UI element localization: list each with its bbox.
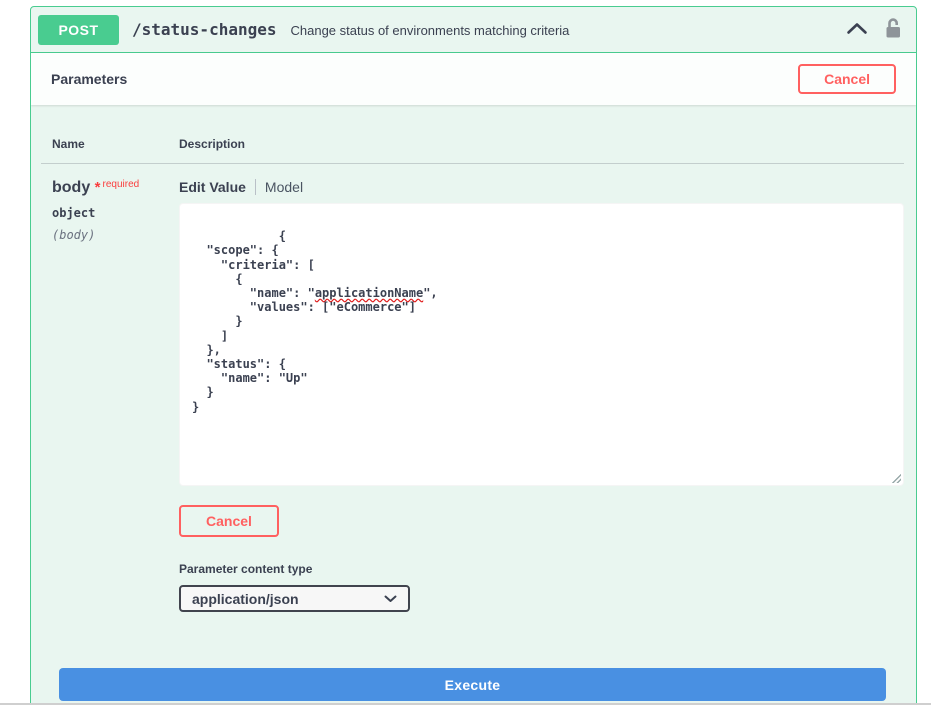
required-label: required [103, 179, 140, 190]
parameter-description-cell: Edit Value Model { "scope": { "criteria"… [179, 179, 904, 612]
parameter-content-type-block: Parameter content type application/json [179, 562, 904, 612]
column-header-name: Name [41, 137, 179, 151]
try-out-cancel-button[interactable]: Cancel [798, 64, 896, 94]
parameter-content-type-label: Parameter content type [179, 562, 904, 576]
parameters-table: Name Description body *required object (… [41, 125, 904, 612]
content-type-selected-value: application/json [192, 591, 384, 607]
parameters-body: Name Description body *required object (… [31, 105, 916, 701]
body-editor[interactable]: { "scope": { "criteria": [ { "name": "ap… [179, 203, 904, 486]
parameter-name: body [52, 179, 90, 196]
tab-divider [255, 179, 256, 195]
endpoint-path: /status-changes [132, 20, 277, 39]
textarea-resize-handle[interactable] [890, 472, 901, 483]
execute-wrapper: Execute [41, 668, 904, 701]
editor-tabs: Edit Value Model [179, 179, 904, 195]
endpoint-summary: Change status of environments matching c… [291, 21, 847, 38]
content-type-select[interactable]: application/json [179, 585, 410, 612]
operation-block-post-status-changes: POST /status-changes Change status of en… [30, 6, 917, 705]
parameters-title: Parameters [51, 71, 127, 87]
parameters-table-header: Name Description [41, 125, 904, 164]
body-editor-text: { "scope": { "criteria": [ { "name": "ap… [192, 229, 438, 413]
parameters-section-header: Parameters Cancel [31, 53, 916, 105]
editor-cancel-button[interactable]: Cancel [179, 505, 279, 537]
parameter-name-cell: body *required object (body) [41, 179, 179, 612]
chevron-up-icon [846, 22, 868, 38]
parameter-row-body: body *required object (body) Edit Value … [41, 164, 904, 612]
collapse-operation-button[interactable] [846, 22, 868, 38]
parameter-location: (body) [52, 228, 179, 242]
required-asterisk: * [95, 179, 101, 196]
unlock-icon [885, 18, 902, 42]
execute-button[interactable]: Execute [59, 668, 886, 701]
column-header-description: Description [179, 137, 904, 151]
chevron-down-icon [384, 590, 397, 608]
parameter-type: object [52, 206, 179, 220]
tab-model[interactable]: Model [265, 179, 303, 195]
tab-edit-value[interactable]: Edit Value [179, 179, 246, 195]
http-method-badge: POST [38, 15, 119, 45]
operation-summary-header[interactable]: POST /status-changes Change status of en… [31, 7, 916, 53]
authorization-button[interactable] [885, 18, 902, 42]
